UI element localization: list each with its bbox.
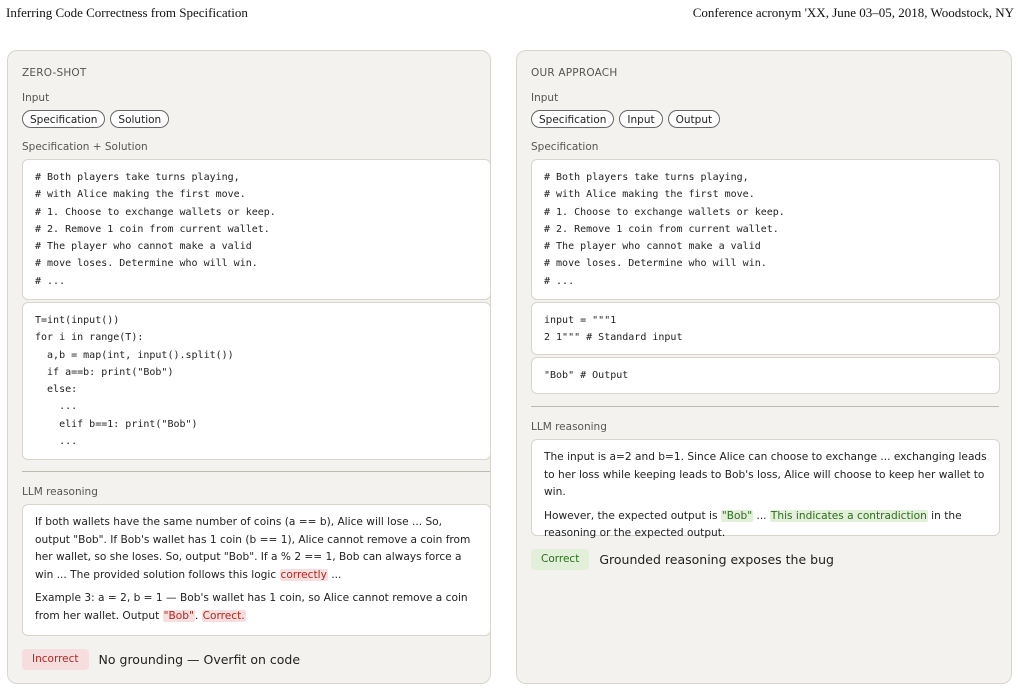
- our-approach-panel: OUR APPROACH Input Specification Input O…: [516, 50, 1012, 684]
- highlight-correct: Correct.: [201, 609, 246, 622]
- reasoning-label: LLM reasoning: [22, 486, 98, 498]
- running-head-title: Inferring Code Correctness from Specific…: [6, 5, 248, 20]
- input-code: input = """1 2 1""" # Standard input: [544, 315, 683, 344]
- running-head-venue: Conference acronym 'XX, June 03–05, 2018…: [692, 5, 1014, 20]
- input-label: Input: [531, 92, 559, 104]
- pill-specification: Specification: [531, 110, 615, 128]
- divider: [531, 406, 999, 407]
- incorrect-badge: Incorrect: [22, 649, 89, 670]
- correct-badge: Correct: [531, 549, 590, 570]
- reasoning-label: LLM reasoning: [531, 421, 607, 433]
- reasoning-paragraph: If both wallets have the same number of …: [35, 516, 471, 581]
- reasoning-box: If both wallets have the same number of …: [22, 504, 491, 636]
- pill-input: Input: [619, 110, 663, 128]
- output-code-box: "Bob" # Output: [531, 357, 1000, 394]
- reasoning-box: The input is a=2 and b=1. Since Alice ca…: [531, 439, 1000, 539]
- reasoning-example: Example 3: a = 2, b = 1 — Bob's wallet h…: [35, 592, 468, 622]
- highlight-bob: "Bob": [720, 509, 754, 522]
- input-pills: Specification Solution: [22, 110, 170, 128]
- input-pills: Specification Input Output: [531, 110, 721, 128]
- panel-title: OUR APPROACH: [531, 67, 618, 79]
- highlight-bob: "Bob": [162, 609, 195, 622]
- panel-title: ZERO-SHOT: [22, 67, 87, 79]
- zero-shot-panel: ZERO-SHOT Input Specification Solution S…: [7, 50, 491, 684]
- verdict: Correct Grounded reasoning exposes the b…: [531, 549, 834, 570]
- spec-code-box: # Both players take turns playing, # wit…: [531, 159, 1000, 300]
- running-head: Inferring Code Correctness from Specific…: [6, 5, 1014, 21]
- input-code-box: input = """1 2 1""" # Standard input: [531, 302, 1000, 355]
- solution-code: T=int(input()) for i in range(T): a,b = …: [35, 315, 234, 448]
- verdict-text: Grounded reasoning exposes the bug: [599, 552, 834, 567]
- spec-solution-label: Specification + Solution: [22, 141, 148, 153]
- spec-code: # Both players take turns playing, # wit…: [544, 172, 785, 287]
- solution-code-box: T=int(input()) for i in range(T): a,b = …: [22, 302, 491, 460]
- verdict: Incorrect No grounding — Overfit on code: [22, 649, 300, 670]
- reasoning-contradiction: However, the expected output is "Bob" ..…: [544, 509, 962, 539]
- spec-label: Specification: [531, 141, 599, 153]
- spec-code-box: # Both players take turns playing, # wit…: [22, 159, 491, 300]
- output-code: "Bob" # Output: [544, 370, 629, 381]
- pill-solution: Solution: [110, 110, 170, 128]
- divider: [22, 471, 490, 472]
- pill-output: Output: [667, 110, 721, 128]
- highlight-contradiction: This indicates a contradiction: [769, 509, 928, 522]
- pill-specification: Specification: [22, 110, 106, 128]
- input-label: Input: [22, 92, 50, 104]
- reasoning-paragraph: The input is a=2 and b=1. Since Alice ca…: [544, 451, 987, 498]
- spec-code: # Both players take turns playing, # wit…: [35, 172, 276, 287]
- highlight-correctly: correctly: [279, 568, 328, 581]
- verdict-text: No grounding — Overfit on code: [98, 652, 301, 667]
